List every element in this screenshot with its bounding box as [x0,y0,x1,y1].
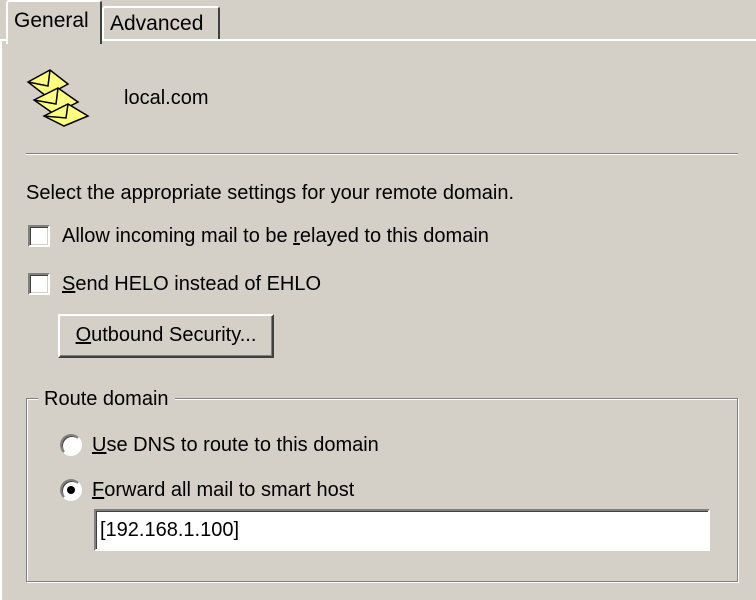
send-helo-checkbox[interactable] [28,273,50,295]
forward-accel: F [92,479,105,501]
smart-host-input[interactable] [94,509,710,551]
outbound-button-accel: O [75,324,92,346]
outbound-button-label: utbound Security... [91,324,257,346]
send-helo-label-suffix: end HELO instead of EHLO [75,273,322,295]
send-helo-label-accel: S [62,273,76,295]
allow-relay-label-prefix: Allow incoming mail to be [62,225,294,247]
allow-relay-label-accel: r [293,225,300,247]
forward-smart-host-label[interactable]: Forward all mail to smart host [92,479,354,502]
forward-label-text: orward all mail to smart host [104,479,355,501]
tab-panel-border [100,39,756,41]
use-dns-radio[interactable] [60,434,82,456]
use-dns-label[interactable]: Use DNS to route to this domain [92,434,379,457]
use-dns-accel: U [92,434,107,456]
allow-relay-label[interactable]: Allow incoming mail to be relayed to thi… [62,225,489,248]
allow-relay-checkbox[interactable] [28,225,50,247]
send-helo-label[interactable]: Send HELO instead of EHLO [62,273,321,296]
separator [26,153,738,155]
domain-name: local.com [124,87,209,109]
instructions-text: Select the appropriate settings for your… [26,182,515,204]
envelopes-icon [24,66,92,128]
tab-general-label: General [14,9,89,32]
radio-selected-dot [67,486,75,494]
outbound-security-button[interactable]: Outbound Security... [58,314,274,358]
use-dns-label-text: se DNS to route to this domain [106,434,379,456]
tab-advanced[interactable]: Advanced [102,6,220,40]
tab-advanced-label: Advanced [110,12,204,35]
tab-panel-edge [0,39,2,600]
route-domain-legend: Route domain [38,387,175,411]
forward-smart-host-radio[interactable] [60,479,82,501]
allow-relay-label-suffix: elayed to this domain [299,225,489,247]
tab-general[interactable]: General [6,0,102,44]
